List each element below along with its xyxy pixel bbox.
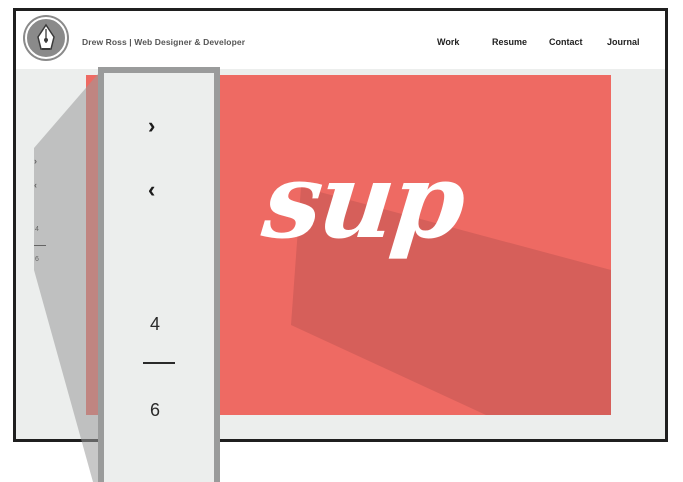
illustration-stage: Drew Ross | Web Designer & Developer Wor… <box>0 0 683 482</box>
site-header: Drew Ross | Web Designer & Developer Wor… <box>16 11 665 69</box>
chevron-left-icon[interactable]: ‹ <box>148 179 155 201</box>
slide-current-number: 4 <box>35 226 39 233</box>
pen-nib-icon <box>37 23 55 50</box>
chevron-right-icon[interactable]: › <box>148 115 155 137</box>
pen-nib-logo-icon[interactable] <box>25 17 67 59</box>
previous-slide-button[interactable]: ‹ <box>34 180 37 190</box>
slide-counter-divider <box>34 245 46 246</box>
magnified-slider-controls: › ‹ 4 6 <box>98 67 220 482</box>
magnified-counter-divider <box>143 362 175 364</box>
nav-link-contact[interactable]: Contact <box>549 37 583 47</box>
magnified-total-number: 6 <box>150 400 161 420</box>
magnified-current-number: 4 <box>150 314 161 334</box>
next-slide-button[interactable]: › <box>34 156 37 166</box>
hero-word: sup <box>257 139 469 262</box>
site-title[interactable]: Drew Ross | Web Designer & Developer <box>82 37 245 47</box>
nav-link-work[interactable]: Work <box>437 37 459 47</box>
nav-link-journal[interactable]: Journal <box>607 37 640 47</box>
nav-link-resume[interactable]: Resume <box>492 37 527 47</box>
slide-total-number: 6 <box>35 256 39 263</box>
